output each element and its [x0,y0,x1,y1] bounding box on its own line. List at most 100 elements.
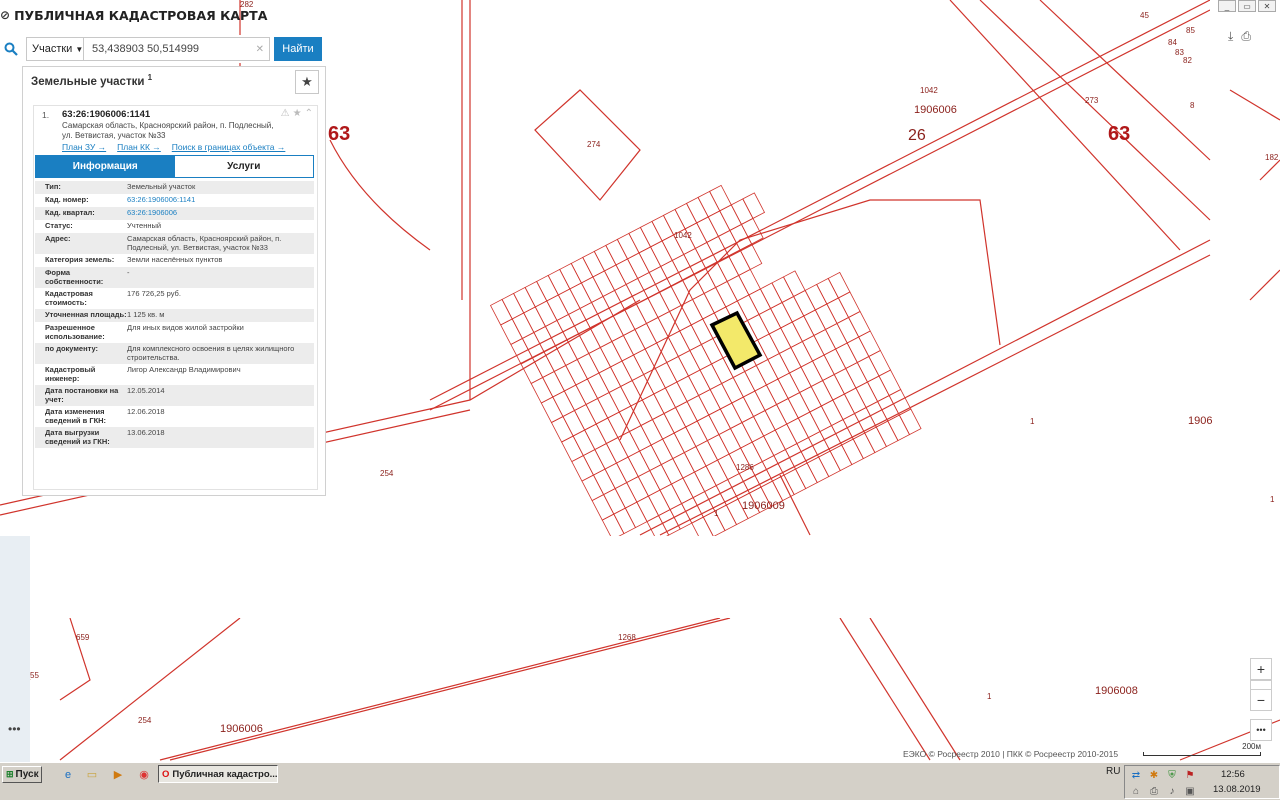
info-table: Тип: Земельный участок Кад. номер: 63:26:19… [35,181,314,448]
info-value: 12.06.2018 [127,407,165,416]
info-value: Земли населённых пунктов [127,255,223,264]
chrome-icon[interactable]: ◉ [136,767,152,782]
info-label: Кад. квартал: [45,208,95,217]
restore-icon[interactable]: ▭ [1238,0,1256,12]
map-label: 55 [30,671,39,680]
result-card: 1. 63:26:1906006:1141 ⚠ ★ ⌃ Самарская об… [33,105,318,490]
favorite-button[interactable]: ★ [295,70,319,94]
flag-icon[interactable]: ⚑ [1183,769,1197,781]
info-row: Статус: Учтенный [35,220,314,233]
parcel-outline [782,270,806,297]
search-in-bounds-link[interactable]: Поиск в границах объекта → [172,142,286,152]
map-tile-gap [30,536,1280,618]
print-icon[interactable]: ⎙ [1241,29,1251,44]
parcel-outline [858,330,881,358]
left-more-button[interactable]: ••• [8,722,21,736]
parcel-outline [738,268,761,296]
card-actions: ⚠ ★ ⌃ [281,108,313,119]
parcel-outline [847,310,871,338]
volume-icon[interactable]: ♪ [1165,785,1179,797]
taskbar: ⊞ Пуск e ▭ ▶ ◉ O Публичная кадастро... R… [0,762,1280,800]
result-count: 1 [147,73,153,82]
tab-info[interactable]: Информация [36,156,175,177]
app-title: ПУБЛИЧНАЯ КАДАСТРОВАЯ КАРТА [14,7,268,23]
parcel-outline [898,408,922,436]
map-label: 254 [380,469,394,478]
info-label: Дата постановки на учет: [45,386,119,404]
map-attribution: ЕЭКО © Росреестр 2010 | ПКК © Росреестр … [903,749,1119,759]
clear-icon[interactable]: ✕ [256,44,264,55]
map-label: 26 [908,127,926,144]
zoom-out-button[interactable]: − [1250,689,1272,711]
download-icon[interactable]: ⤓ [1228,29,1233,44]
search-type-label: Участки [32,43,73,55]
start-button[interactable]: ⊞ Пуск [2,766,42,783]
map-label: 1906008 [1095,685,1138,697]
usb-icon[interactable]: ⌂ [1129,785,1143,797]
windows-logo-icon: ⊞ [6,769,14,779]
plan-zu-link[interactable]: План ЗУ → [62,142,106,152]
map-toolbar: ⤓ ⎙ [1228,29,1251,44]
parcel-outline [837,291,861,319]
info-value[interactable]: 63:26:1906006 [127,208,314,218]
panel-title: Земельные участки 1 [31,73,152,88]
minimize-icon[interactable]: _ [1218,0,1236,12]
map-label: 63 [328,123,350,145]
card-links: План ЗУ → План КК → Поиск в границах объ… [62,142,285,152]
info-value: 13.06.2018 [127,428,165,437]
window-controls: _ ▭ ✕ [1210,0,1280,14]
info-value: Самарская область, Красноярский район, п… [127,234,282,252]
chevron-up-icon[interactable]: ⌃ [305,108,313,119]
update-icon[interactable]: ✱ [1147,769,1161,781]
search-input[interactable]: 53,438903 50,514999 ✕ [84,37,270,61]
map-label: 659 [76,633,90,642]
zoom-in-button[interactable]: + [1250,658,1272,680]
display-icon[interactable]: ▣ [1183,785,1197,797]
info-value: Для иных видов жилой застройки [127,323,244,332]
media-player-icon[interactable]: ▶ [110,767,126,782]
map-label: 85 [1186,26,1195,35]
more-tools-button[interactable]: ••• [1250,719,1272,741]
language-indicator[interactable]: RU [1106,766,1120,777]
map-label: 1268 [618,633,636,642]
info-value: - [127,268,130,277]
info-value[interactable]: 63:26:1906006:1141 [127,195,314,205]
search-type-select[interactable]: Участки ▼ [26,37,84,61]
info-label: Дата изменения сведений в ГКН: [45,407,107,425]
map-label: 1286 [736,463,754,472]
info-row: Дата выгрузки сведений из ГКН: 13.06.2018 [35,427,314,448]
plan-kk-link[interactable]: План КК → [117,142,161,152]
search-bar: Участки ▼ 53,438903 50,514999 ✕ Найти [0,35,324,63]
info-label: Разрешенное использование: [45,323,105,341]
star-icon[interactable]: ★ [293,108,302,119]
cadastral-number[interactable]: 63:26:1906006:1141 [62,109,150,120]
parcel-outline [742,192,766,219]
find-button[interactable]: Найти [274,37,322,61]
tab-services[interactable]: Услуги [174,156,313,177]
search-icon[interactable] [0,36,22,62]
parcel-outline [709,184,732,212]
panel-title-text: Земельные участки [31,75,145,88]
info-label: по документу: [45,344,99,353]
scale-line [1143,752,1261,756]
parcel-outline [827,271,851,299]
info-label: Адрес: [45,234,71,243]
info-row: Кад. номер: 63:26:1906006:1141 [35,194,314,207]
security-icon[interactable]: ⛨ [1165,769,1179,781]
info-value: Лигор Александр Владимирович [127,365,241,374]
info-label: Форма собственности: [45,268,104,286]
ie-icon[interactable]: e [60,767,76,782]
network-icon[interactable]: ⇄ [1129,769,1143,781]
warning-icon[interactable]: ⚠ [281,108,290,119]
map-label: 1042 [674,231,692,240]
printer-icon[interactable]: ⎙ [1147,785,1161,797]
info-label: Категория земель: [45,255,115,264]
task-window-button[interactable]: O Публичная кадастро... [158,765,278,783]
map-label: 1 [987,692,992,701]
folder-icon[interactable]: ▭ [84,767,100,782]
chevron-down-icon: ▼ [75,44,84,54]
map-label: 273 [1085,96,1099,105]
app-header: ⊘ ПУБЛИЧНАЯ КАДАСТРОВАЯ КАРТА [0,4,267,26]
close-icon[interactable]: ✕ [1258,0,1276,12]
info-value: Для комплексного освоения в целях жилищн… [127,344,295,362]
